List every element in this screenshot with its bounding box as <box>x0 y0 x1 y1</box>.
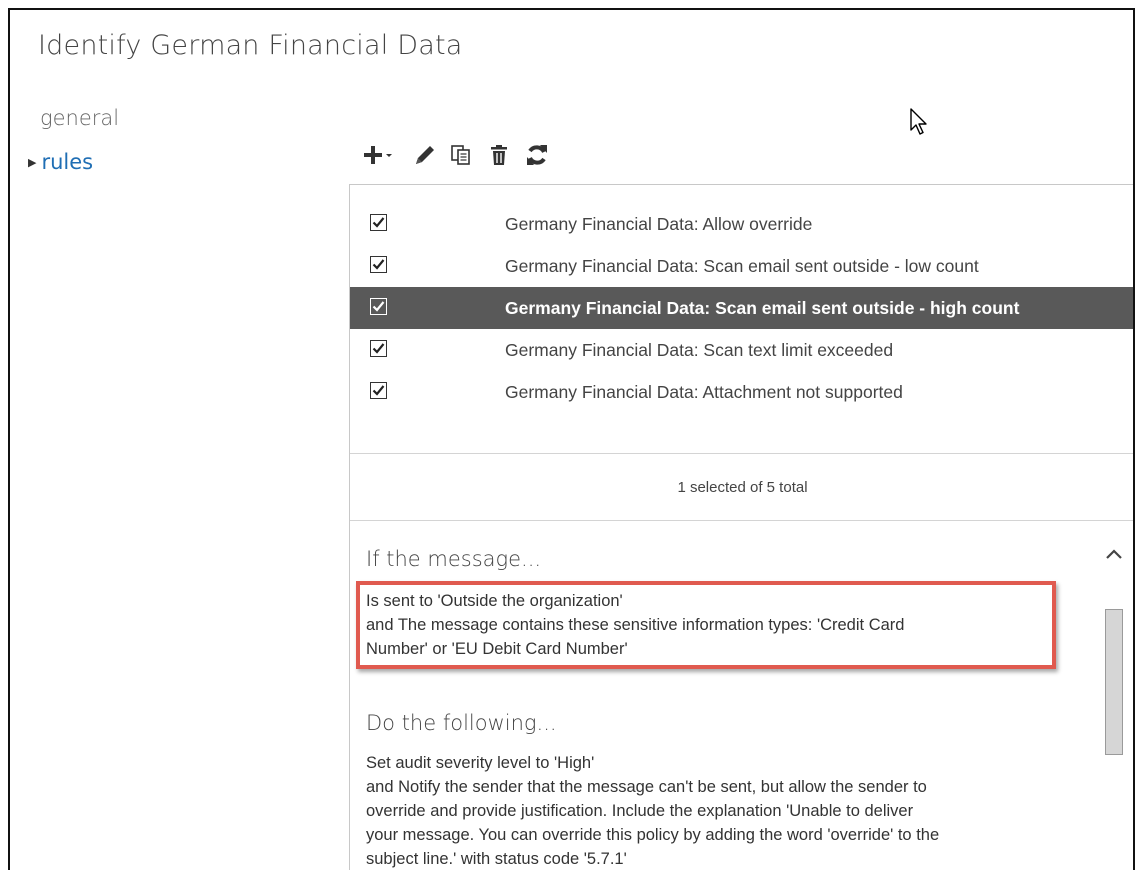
action-line: subject line.' with status code '5.7.1' <box>366 850 627 868</box>
refresh-icon[interactable] <box>522 143 552 167</box>
copy-icon[interactable] <box>446 143 476 167</box>
nav-item-general[interactable]: general <box>40 106 119 130</box>
rule-checkbox[interactable] <box>370 382 387 399</box>
action-heading: Do the following... <box>366 711 557 735</box>
chevron-up-icon[interactable] <box>1105 547 1123 565</box>
action-line: your message. You can override this poli… <box>366 826 940 844</box>
rule-row-2[interactable]: Germany Financial Data: Scan email sent … <box>350 245 1133 287</box>
rule-label: Germany Financial Data: Attachment not s… <box>505 381 903 402</box>
rule-label: Germany Financial Data: Scan text limit … <box>505 339 894 360</box>
action-line: override and provide justification. Incl… <box>366 802 914 820</box>
trash-icon[interactable] <box>484 143 514 167</box>
action-line: Set audit severity level to 'High' <box>366 754 595 772</box>
condition-heading: If the message... <box>366 547 542 571</box>
action-line: and Notify the sender that the message c… <box>366 778 927 796</box>
rule-label: Germany Financial Data: Scan email sent … <box>505 255 979 276</box>
rule-row-5[interactable]: Germany Financial Data: Attachment not s… <box>350 371 1133 413</box>
rule-checkbox[interactable] <box>370 298 387 315</box>
pencil-icon[interactable] <box>408 143 442 167</box>
caret-right-icon: ▶ <box>28 156 37 169</box>
rule-details: If the message... Is sent to 'Outside th… <box>350 521 1133 870</box>
toolbar <box>360 140 552 170</box>
rules-panel: Germany Financial Data: Allow override G… <box>349 184 1133 870</box>
rule-row-1[interactable]: Germany Financial Data: Allow override <box>350 203 1133 245</box>
rule-row-3-selected[interactable]: Germany Financial Data: Scan email sent … <box>350 287 1133 329</box>
selection-status: 1 selected of 5 total <box>350 453 1133 521</box>
nav-item-rules-label: rules <box>41 150 94 174</box>
page-title: Identify German Financial Data <box>38 30 463 61</box>
rule-label: Germany Financial Data: Scan email sent … <box>505 297 1020 318</box>
action-text: Set audit severity level to 'High' and N… <box>366 751 1066 870</box>
dialog-window: Identify German Financial Data general ▶… <box>8 8 1135 870</box>
rule-checkbox[interactable] <box>370 340 387 357</box>
rule-checkbox[interactable] <box>370 256 387 273</box>
nav-item-rules[interactable]: ▶ rules <box>28 150 93 174</box>
rule-row-4[interactable]: Germany Financial Data: Scan text limit … <box>350 329 1133 371</box>
mouse-pointer-icon <box>910 108 928 141</box>
add-icon[interactable] <box>360 143 402 167</box>
details-scrollbar-thumb[interactable] <box>1105 609 1123 755</box>
rules-list: Germany Financial Data: Allow override G… <box>350 203 1133 413</box>
rule-label: Germany Financial Data: Allow override <box>505 213 813 234</box>
highlight-box <box>356 581 1056 669</box>
rule-checkbox[interactable] <box>370 214 387 231</box>
